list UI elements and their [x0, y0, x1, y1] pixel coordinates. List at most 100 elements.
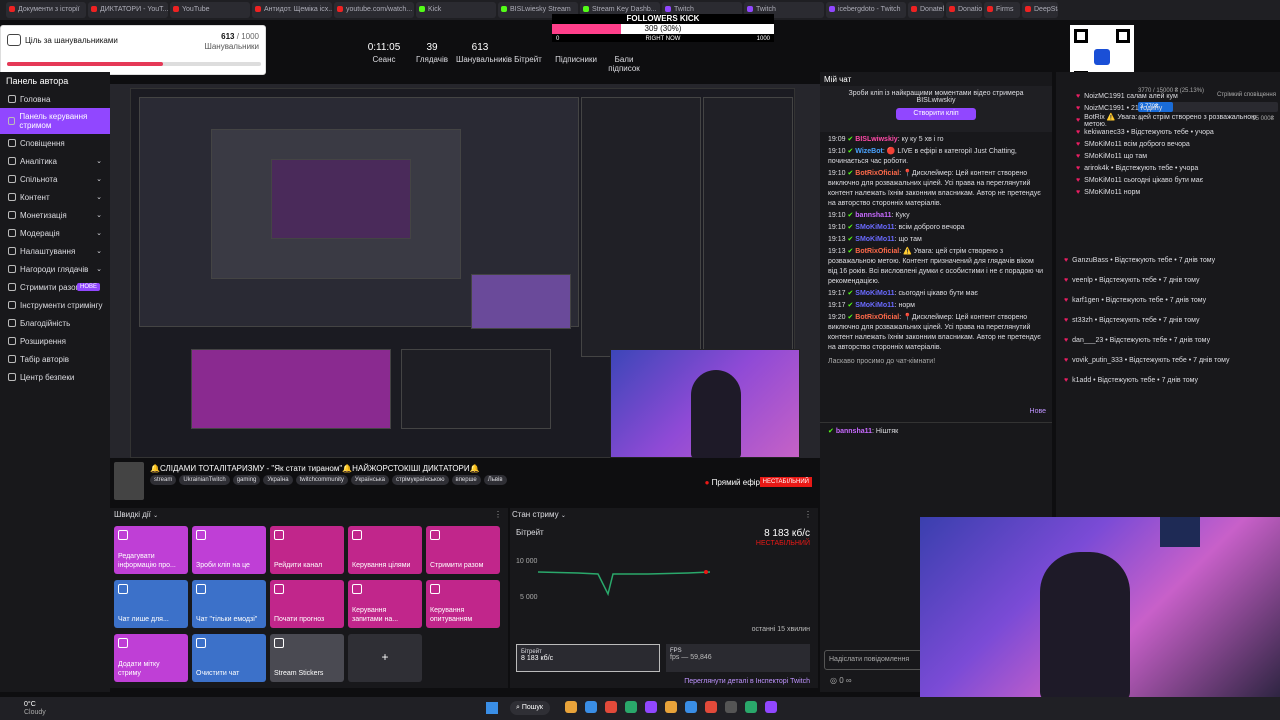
- add-tile-icon[interactable]: +: [381, 650, 388, 664]
- activity-item[interactable]: ♥ BotRix ⚠️ Увага: цей стрім створено з р…: [1068, 114, 1280, 128]
- browser-tab[interactable]: ДИКТАТОРИ - YouT...: [88, 2, 168, 18]
- sidebar-item[interactable]: Головна: [0, 90, 110, 108]
- browser-tab[interactable]: Kick: [416, 2, 496, 18]
- activity-item[interactable]: ♥ SMoKiMo11 сьогодні цікаво бути має: [1068, 174, 1280, 186]
- activity-item[interactable]: ♥ SMoKiMo11 норм: [1068, 186, 1280, 198]
- activity-item[interactable]: ♥ SMoKiMo11 що там: [1068, 150, 1280, 162]
- taskbar-app-icon[interactable]: [705, 701, 717, 713]
- quick-action-tile[interactable]: Керування запитами на...: [348, 580, 422, 628]
- activity-item[interactable]: ♥ kekiwanec33 • Відстежують тебе • учора: [1068, 126, 1280, 138]
- quick-action-tile[interactable]: Зроби кліп на це: [192, 526, 266, 574]
- bookmark[interactable]: Firms: [984, 2, 1020, 18]
- more-options-icon[interactable]: ⋮: [804, 510, 812, 519]
- taskbar-app-icon[interactable]: [665, 701, 677, 713]
- stream-tag[interactable]: Україна: [263, 475, 293, 485]
- activity-item[interactable]: ♥ arirok4k • Відстежують тебе • учора: [1068, 162, 1280, 174]
- activity-item[interactable]: ♥ vovik_putin_333 • Відстежують тебе • 7 …: [1056, 350, 1280, 370]
- sidebar-item[interactable]: Панель керування стримом: [0, 108, 110, 134]
- stream-tag[interactable]: twitchcommunity: [295, 475, 348, 485]
- sidebar-item[interactable]: Сповіщення: [0, 134, 110, 152]
- stream-tag[interactable]: stream: [150, 475, 177, 485]
- quick-action-tile[interactable]: Почати прогноз: [270, 580, 344, 628]
- sidebar-item[interactable]: Налаштування ⌄: [0, 242, 110, 260]
- quick-action-tile[interactable]: +: [348, 634, 422, 682]
- activity-item[interactable]: ♥ st33zh • Відстежують тебе • 7 днів тому: [1056, 310, 1280, 330]
- chevron-down-icon[interactable]: ⌄: [153, 513, 158, 519]
- chat-username[interactable]: SMoKiMo11: [855, 224, 894, 231]
- sidebar-item[interactable]: Табір авторів: [0, 350, 110, 368]
- chevron-down-icon[interactable]: ⌄: [561, 513, 566, 519]
- bookmark[interactable]: DeepState: [1022, 2, 1058, 18]
- browser-tab[interactable]: youtube.com/watch...: [334, 2, 414, 18]
- sidebar-item[interactable]: Аналітика ⌄: [0, 152, 110, 170]
- chat-username[interactable]: SMoKiMo11: [855, 290, 894, 297]
- stream-tag[interactable]: стрімукраїнською: [391, 475, 449, 485]
- quick-action-tile[interactable]: Stream Stickers: [270, 634, 344, 682]
- quick-action-tile[interactable]: Чат лише для...: [114, 580, 188, 628]
- stream-tag[interactable]: Українська: [350, 475, 389, 485]
- taskbar-app-icon[interactable]: [685, 701, 697, 713]
- chat-username[interactable]: BISLwiwskiy: [855, 136, 897, 143]
- chat-username[interactable]: WizeBot: [855, 148, 883, 155]
- taskbar-app-icon[interactable]: [625, 701, 637, 713]
- bookmark[interactable]: Donations: [946, 2, 982, 18]
- sidebar-item[interactable]: Модерація ⌄: [0, 224, 110, 242]
- quick-action-tile[interactable]: Керування цілями: [348, 526, 422, 574]
- stream-tag[interactable]: вперше: [451, 475, 481, 485]
- quick-action-tile[interactable]: Рейдити канал: [270, 526, 344, 574]
- chat-username[interactable]: SMoKiMo11: [855, 236, 894, 243]
- new-messages-label[interactable]: Нове: [1030, 408, 1046, 415]
- taskbar-app-icon[interactable]: [565, 701, 577, 713]
- start-icon[interactable]: [486, 702, 498, 714]
- sidebar-item[interactable]: Стримити разом НОВЕ: [0, 278, 110, 296]
- activity-item[interactable]: ♥ k1add • Відстежують тебе • 7 днів тому: [1056, 370, 1280, 390]
- taskbar-app-icon[interactable]: [745, 701, 757, 713]
- browser-tab[interactable]: icebergdoto - Twitch: [826, 2, 906, 18]
- quick-action-tile[interactable]: Очистити чат: [192, 634, 266, 682]
- activity-item[interactable]: ♥ NoizMC1991 салам алей кум: [1068, 90, 1280, 102]
- more-options-icon[interactable]: ⋮: [494, 510, 502, 519]
- sidebar-item[interactable]: Контент ⌄: [0, 188, 110, 206]
- chat-username[interactable]: BotRixOficial: [855, 170, 899, 177]
- activity-item[interactable]: ♥ karf1gen • Відстежують тебе • 7 днів то…: [1056, 290, 1280, 310]
- taskbar-app-icon[interactable]: [585, 701, 597, 713]
- sidebar-item[interactable]: Нагороди глядачів ⌄: [0, 260, 110, 278]
- quick-action-tile[interactable]: Стримити разом: [426, 526, 500, 574]
- activity-item[interactable]: ♥ dan___23 • Відстежують тебе • 7 днів то…: [1056, 330, 1280, 350]
- sidebar-item[interactable]: Інструменти стримінгу: [0, 296, 110, 314]
- stream-tag[interactable]: UkrainianTwitch: [179, 475, 230, 485]
- activity-item[interactable]: ♥ SMoKiMo11 всім доброго вечора: [1068, 138, 1280, 150]
- channel-points-icon[interactable]: ◎: [830, 676, 837, 685]
- stream-preview[interactable]: [110, 84, 820, 458]
- sidebar-item[interactable]: Розширення: [0, 332, 110, 350]
- sidebar-item[interactable]: Монетизація ⌄: [0, 206, 110, 224]
- quick-action-tile[interactable]: Чат "тільки емодзі": [192, 580, 266, 628]
- taskbar-app-icon[interactable]: [605, 701, 617, 713]
- sidebar-item[interactable]: Центр безпеки: [0, 368, 110, 386]
- taskbar-app-icon[interactable]: [725, 701, 737, 713]
- sidebar-item[interactable]: Спільнота ⌄: [0, 170, 110, 188]
- chat-username[interactable]: bannsha11: [855, 212, 891, 219]
- create-clip-button[interactable]: Створити кліп: [896, 108, 976, 120]
- browser-tab[interactable]: YouTube: [170, 2, 250, 18]
- taskbar-app-icon[interactable]: [765, 701, 777, 713]
- stream-tag[interactable]: Львів: [483, 475, 507, 485]
- activity-text: GanzuBass • Відстежують тебе • 7 днів то…: [1072, 256, 1216, 264]
- chat-username[interactable]: BotRixOficial: [855, 248, 899, 255]
- chat-username[interactable]: SMoKiMo11: [855, 302, 894, 309]
- activity-item[interactable]: ♥ veenlp • Відстежують тебе • 7 днів тому: [1056, 270, 1280, 290]
- browser-tab[interactable]: Документи з історії: [6, 2, 86, 18]
- quick-action-tile[interactable]: Керування опитуванням: [426, 580, 500, 628]
- quick-action-tile[interactable]: Додати мітку стриму: [114, 634, 188, 682]
- quick-action-tile[interactable]: Редагувати інформацію про...: [114, 526, 188, 574]
- taskbar-search[interactable]: ⌕ Пошук: [510, 701, 550, 715]
- sidebar-item[interactable]: Благодійність: [0, 314, 110, 332]
- chat-last-user[interactable]: bannsha11: [836, 428, 872, 435]
- inspector-link[interactable]: Переглянути деталі в Інспекторі Twitch: [684, 678, 810, 685]
- chat-username[interactable]: BotRixOficial: [855, 314, 899, 321]
- browser-tab[interactable]: Антидот. Щеміка ісх...: [252, 2, 332, 18]
- taskbar-app-icon[interactable]: [645, 701, 657, 713]
- bookmark[interactable]: Donatelo: [908, 2, 944, 18]
- stream-tag[interactable]: gaming: [232, 475, 261, 485]
- activity-item[interactable]: ♥ GanzuBass • Відстежують тебе • 7 днів т…: [1056, 250, 1280, 270]
